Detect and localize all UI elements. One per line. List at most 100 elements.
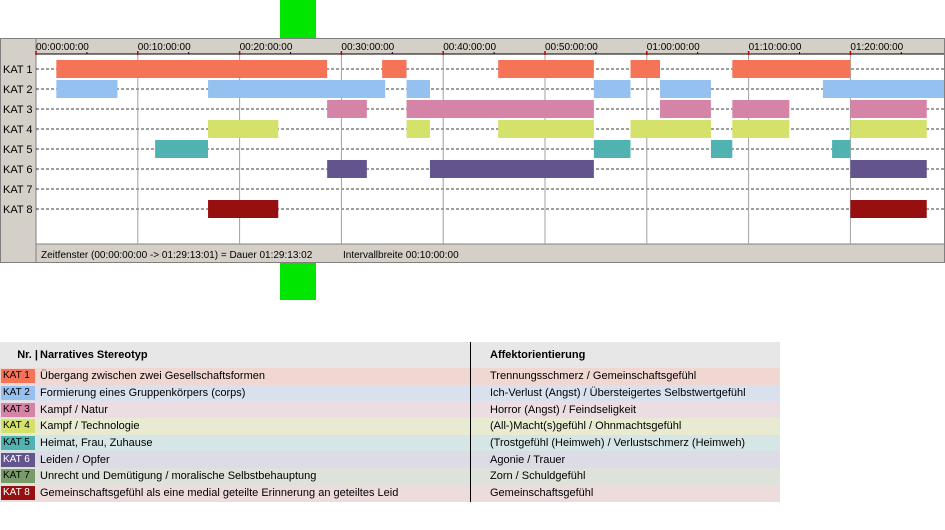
category-bar bbox=[429, 160, 594, 178]
legend-separator bbox=[469, 401, 480, 419]
legend-nr-cell: KAT 7 bbox=[0, 468, 40, 485]
legend-color-swatch: KAT 3 bbox=[1, 402, 35, 417]
status-text: Zeitfenster (00:00:00:00 -> 01:29:13:01)… bbox=[41, 250, 313, 261]
category-label: KAT 4 bbox=[3, 124, 33, 136]
legend-stereotyp-cell: Gemeinschaftsgefühl als eine medial gete… bbox=[40, 487, 399, 500]
category-bar bbox=[850, 200, 927, 218]
legend-header-row: Nr. | Narratives Stereotyp Affektorienti… bbox=[0, 342, 780, 368]
legend-stereotyp-cell: Übergang zwischen zwei Gesellschaftsform… bbox=[40, 370, 265, 383]
category-bar bbox=[56, 60, 328, 78]
category-bar bbox=[56, 80, 118, 98]
category-bar bbox=[832, 140, 851, 158]
category-bar bbox=[822, 80, 944, 98]
legend-row: KAT 1 Übergang zwischen zwei Gesellschaft… bbox=[0, 368, 780, 385]
legend-color-swatch: KAT 1 bbox=[1, 369, 35, 384]
category-bar bbox=[593, 140, 631, 158]
legend-row: KAT 8 Gemeinschaftsgefühl als eine medial… bbox=[0, 484, 780, 502]
legend-separator bbox=[469, 368, 480, 385]
legend-separator bbox=[469, 451, 480, 469]
category-label: KAT 3 bbox=[3, 104, 33, 116]
legend-color-swatch: KAT 4 bbox=[1, 419, 35, 434]
legend-nr-cell: KAT 6 bbox=[0, 451, 40, 468]
legend-row: KAT 2 Formierung eines Gruppenkörpers (co… bbox=[0, 384, 780, 402]
category-bar bbox=[155, 140, 209, 158]
legend-affekt-cell: Zorn / Schuldgefühl bbox=[490, 470, 586, 483]
legend-row: KAT 7 Unrecht und Demütigung / moralische… bbox=[0, 468, 780, 485]
category-bar bbox=[208, 120, 279, 138]
category-bar bbox=[498, 120, 594, 138]
legend-header-nr: Nr. | bbox=[0, 342, 40, 368]
legend-row: KAT 5 Heimat, Frau, Zuhause (Trostgefühl (… bbox=[0, 434, 780, 452]
legend-affekt-cell: (All-)Macht(s)gefühl / Ohnmachtsgefühl bbox=[490, 420, 682, 433]
category-bar bbox=[406, 80, 430, 98]
legend-color-swatch: KAT 8 bbox=[1, 486, 35, 501]
status-interval: Intervallbreite 00:10:00:00 bbox=[343, 250, 459, 261]
timeline-chart: 00:00:00:00 00:10:00:00 00:20:00:00 00:30:0… bbox=[0, 38, 945, 263]
category-label: KAT 5 bbox=[3, 144, 33, 156]
category-bar bbox=[660, 80, 711, 98]
legend-header-affekt: Affektorientierung bbox=[480, 342, 780, 368]
legend-nr-cell: KAT 3 bbox=[0, 401, 40, 418]
time-cursor-top[interactable] bbox=[280, 0, 316, 38]
category-bar bbox=[382, 60, 407, 78]
legend-separator bbox=[469, 418, 480, 435]
legend-nr-cell: KAT 1 bbox=[0, 368, 40, 385]
category-bar bbox=[850, 120, 927, 138]
category-bar bbox=[710, 140, 733, 158]
legend-affekt-cell: Horror (Angst) / Feindseligkeit bbox=[490, 403, 637, 416]
tick-label: 00:30:00:00 bbox=[341, 42, 394, 53]
legend-affekt-cell: Ich-Verlust (Angst) / Übersteigertes Sel… bbox=[490, 387, 746, 400]
timeline-svg: 00:00:00:00 00:10:00:00 00:20:00:00 00:30:0… bbox=[0, 38, 945, 263]
legend-affekt-cell: Trennungsschmerz / Gemeinschaftsgefühl bbox=[490, 370, 697, 383]
tick-label: 01:10:00:00 bbox=[749, 42, 802, 53]
legend-separator bbox=[469, 384, 480, 402]
category-bar bbox=[630, 60, 661, 78]
legend-affekt-cell: (Trostgefühl (Heimweh) / Verlustschmerz … bbox=[490, 437, 746, 450]
legend-color-swatch: KAT 6 bbox=[1, 452, 35, 467]
category-bar bbox=[850, 160, 927, 178]
legend-row: KAT 6 Leiden / Opfer Agonie / Trauer bbox=[0, 451, 780, 469]
legend-separator bbox=[469, 342, 480, 368]
tick-label: 00:20:00:00 bbox=[240, 42, 293, 53]
legend-table: Nr. | Narratives Stereotyp Affektorienti… bbox=[0, 342, 780, 502]
category-label: KAT 8 bbox=[3, 204, 33, 216]
legend-nr-cell: KAT 4 bbox=[0, 418, 40, 435]
legend-nr-cell: KAT 5 bbox=[0, 435, 40, 452]
category-bar bbox=[327, 160, 367, 178]
legend-stereotyp-cell: Leiden / Opfer bbox=[40, 453, 110, 466]
tick-label: 00:00:00:00 bbox=[36, 42, 89, 53]
legend-row: KAT 3 Kampf / Natur Horror (Angst) / Feind… bbox=[0, 401, 780, 419]
category-bar bbox=[660, 100, 711, 118]
legend-color-swatch: KAT 5 bbox=[1, 436, 35, 451]
category-bar bbox=[732, 120, 790, 138]
tick-label: 00:40:00:00 bbox=[443, 42, 496, 53]
tick-label: 01:20:00:00 bbox=[850, 42, 903, 53]
category-label: KAT 2 bbox=[3, 84, 33, 96]
category-bar bbox=[850, 100, 927, 118]
category-bar bbox=[732, 100, 790, 118]
category-bar bbox=[208, 80, 386, 98]
tick-label: 00:50:00:00 bbox=[545, 42, 598, 53]
category-bar bbox=[406, 120, 430, 138]
legend-row: KAT 4 Kampf / Technologie (All-)Macht(s)ge… bbox=[0, 418, 780, 435]
legend-affekt-cell: Agonie / Trauer bbox=[490, 453, 566, 466]
category-bar bbox=[732, 60, 851, 78]
legend-color-swatch: KAT 7 bbox=[1, 469, 35, 484]
legend-separator bbox=[469, 434, 480, 452]
legend-stereotyp-cell: Unrecht und Demütigung / moralische Selb… bbox=[40, 470, 317, 483]
category-bar bbox=[593, 80, 631, 98]
category-label: KAT 1 bbox=[3, 64, 33, 76]
legend-stereotyp-cell: Kampf / Technologie bbox=[40, 420, 140, 433]
legend-affekt-cell: Gemeinschaftsgefühl bbox=[490, 487, 594, 500]
legend-nr-cell: KAT 8 bbox=[0, 485, 40, 502]
category-bar bbox=[406, 100, 594, 118]
category-bar bbox=[498, 60, 594, 78]
legend-separator bbox=[469, 468, 480, 485]
category-label: KAT 6 bbox=[3, 164, 33, 176]
category-bar bbox=[327, 100, 367, 118]
legend-stereotyp-cell: Heimat, Frau, Zuhause bbox=[40, 437, 153, 450]
time-cursor-bottom[interactable] bbox=[280, 262, 316, 300]
category-label: KAT 7 bbox=[3, 184, 33, 196]
legend-color-swatch: KAT 2 bbox=[1, 386, 35, 401]
legend-header-stereotyp: Narratives Stereotyp bbox=[40, 342, 470, 368]
